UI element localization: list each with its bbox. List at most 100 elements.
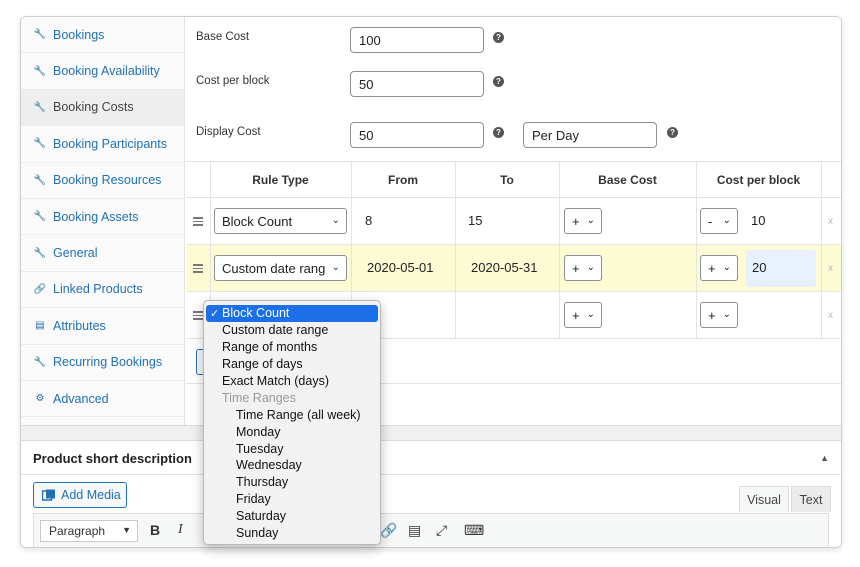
block-cost-value[interactable]: 10 (751, 213, 765, 228)
sidebar-item-label: Booking Costs (53, 100, 134, 115)
rule-type-select[interactable]: Block Count ⌄ (214, 208, 347, 234)
display-cost-suffix-help-icon[interactable]: ? (667, 127, 678, 138)
dropdown-option[interactable]: Range of days (204, 356, 380, 373)
dropdown-option[interactable]: Thursday (204, 474, 380, 491)
drag-handle-icon[interactable] (193, 217, 203, 228)
sidebar-item-linked-products[interactable]: 🔗 Linked Products (21, 272, 184, 309)
sidebar-item-booking-assets[interactable]: 🔧 Booking Assets (21, 199, 184, 236)
dropdown-option-label: Monday (236, 424, 281, 439)
dropdown-option-label: Range of days (222, 357, 303, 372)
chevron-down-icon: ▼ (122, 525, 131, 535)
list-icon: ▤ (35, 320, 45, 332)
tab-text[interactable]: Text (791, 486, 831, 512)
chevron-down-icon: ⌄ (722, 262, 731, 273)
sidebar-item-bookings[interactable]: 🔧 Bookings (21, 17, 184, 54)
block-cost-operator-select[interactable]: + ⌄ (700, 302, 738, 328)
add-media-button[interactable]: Add Media (33, 482, 127, 508)
block-operator-value: + (708, 307, 716, 323)
media-icon (42, 489, 55, 501)
chevron-down-icon: ⌄ (331, 262, 340, 273)
remove-rule-icon[interactable]: x (828, 216, 833, 227)
dropdown-option[interactable]: Saturday (204, 508, 380, 525)
to-value[interactable]: 15 (468, 213, 482, 228)
base-cost-input[interactable]: 100 (350, 27, 484, 53)
cost-per-block-input[interactable]: 50 (350, 71, 484, 97)
dropdown-option[interactable]: Tuesday (204, 440, 380, 457)
keyboard-icon[interactable]: ⌨ (464, 522, 484, 539)
remove-rule-icon[interactable]: x (828, 263, 833, 274)
col-rule-type: Rule Type (252, 173, 309, 187)
dropdown-option-label: Custom date range (222, 323, 329, 338)
sidebar-item-attributes[interactable]: ▤ Attributes (21, 308, 184, 345)
sidebar-item-booking-costs[interactable]: 🔧 Booking Costs (21, 89, 184, 127)
dropdown-option[interactable]: Time Range (all week) (204, 406, 380, 423)
sidebar-item-label: Booking Resources (53, 173, 162, 188)
from-value[interactable]: 8 (365, 213, 372, 228)
tab-visual[interactable]: Visual (739, 486, 789, 512)
to-value[interactable]: 2020-05-31 (471, 260, 538, 275)
gear-icon: ⚙ (35, 393, 45, 405)
dropdown-option[interactable]: Monday (204, 423, 380, 440)
sidebar-item-recurring-bookings[interactable]: 🔧 Recurring Bookings (21, 345, 184, 381)
base-cost-help-icon[interactable]: ? (493, 32, 504, 43)
chevron-down-icon: ⌄ (586, 215, 595, 226)
dropdown-option[interactable]: Wednesday (204, 457, 380, 474)
col-base-cost: Base Cost (598, 173, 657, 187)
block-cost-operator-select[interactable]: + ⌄ (700, 255, 738, 281)
sidebar-item-label: Linked Products (53, 282, 143, 297)
display-cost-help-icon[interactable]: ? (493, 127, 504, 138)
dropdown-option-label: Saturday (236, 509, 287, 524)
drag-handle-icon[interactable] (193, 311, 203, 322)
dropdown-option[interactable]: Sunday (204, 525, 380, 542)
sidebar-item-booking-availability[interactable]: 🔧 Booking Availability (21, 53, 184, 90)
dropdown-option[interactable]: ✓ Block Count (206, 305, 378, 322)
drag-handle-icon[interactable] (193, 264, 203, 275)
short-description-title: Product short description (33, 451, 192, 466)
from-value[interactable]: 2020-05-01 (367, 260, 434, 275)
wrench-icon: 🔧 (33, 101, 47, 113)
sidebar-item-booking-resources[interactable]: 🔧 Booking Resources (21, 163, 184, 199)
dropdown-option-label: Time Ranges (222, 390, 296, 405)
display-cost-input[interactable]: 50 (350, 122, 484, 148)
dropdown-option[interactable]: Custom date range (204, 322, 380, 339)
dropdown-option-label: Range of months (222, 340, 318, 355)
remove-rule-icon[interactable]: x (828, 310, 833, 321)
format-value: Paragraph (49, 524, 106, 538)
wrench-icon: 🔧 (33, 174, 47, 186)
base-cost-operator-select[interactable]: + ⌄ (564, 208, 602, 234)
link-icon[interactable]: 🔗 (380, 522, 397, 539)
fullscreen-icon[interactable]: ⤢ (436, 522, 447, 539)
link-icon: 🔗 (33, 283, 47, 295)
sidebar-item-label: Booking Assets (53, 209, 139, 224)
chevron-down-icon: ⌄ (586, 262, 595, 273)
chevron-down-icon: ⌄ (586, 309, 595, 320)
dropdown-option[interactable]: Range of months (204, 339, 380, 356)
dropdown-option[interactable]: Exact Match (days) (204, 373, 380, 390)
cost-per-block-help-icon[interactable]: ? (493, 76, 504, 87)
rule-type-dropdown: ✓ Block Count Custom date range Range of mo… (203, 300, 381, 545)
sidebar-item-booking-participants[interactable]: 🔧 Booking Participants (21, 126, 184, 163)
block-operator-value: + (708, 260, 716, 276)
sidebar-item-general[interactable]: 🔧 General (21, 235, 184, 272)
display-cost-label: Display Cost (196, 126, 261, 138)
read-more-icon[interactable]: ▤ (408, 522, 421, 539)
dropdown-option[interactable]: Friday (204, 491, 380, 508)
sidebar-item-advanced[interactable]: ⚙ Advanced (21, 381, 184, 418)
base-cost-label: Base Cost (196, 31, 250, 43)
collapse-arrow-icon[interactable]: ▲ (820, 453, 829, 463)
product-data-window: 🔧 Bookings 🔧 Booking Availability 🔧 Booking C… (20, 16, 842, 548)
cost-per-block-label: Cost per block (196, 75, 270, 87)
block-cost-operator-select[interactable]: - ⌄ (700, 208, 738, 234)
display-cost-suffix-input[interactable]: Per Day (523, 122, 657, 148)
base-cost-operator-select[interactable]: + ⌄ (564, 302, 602, 328)
wrench-icon: 🔧 (33, 247, 47, 259)
paragraph-format-select[interactable]: Paragraph ▼ (40, 520, 138, 542)
block-cost-value[interactable]: 20 (752, 260, 766, 275)
rule-type-value: Custom date rang (222, 260, 326, 276)
base-cost-operator-select[interactable]: + ⌄ (564, 255, 602, 281)
bold-button[interactable]: B (150, 522, 160, 538)
rule-type-select[interactable]: Custom date rang ⌄ (214, 255, 347, 281)
dropdown-option-label: Sunday (236, 526, 279, 541)
base-operator-value: + (572, 213, 580, 229)
italic-button[interactable]: I (178, 522, 183, 538)
